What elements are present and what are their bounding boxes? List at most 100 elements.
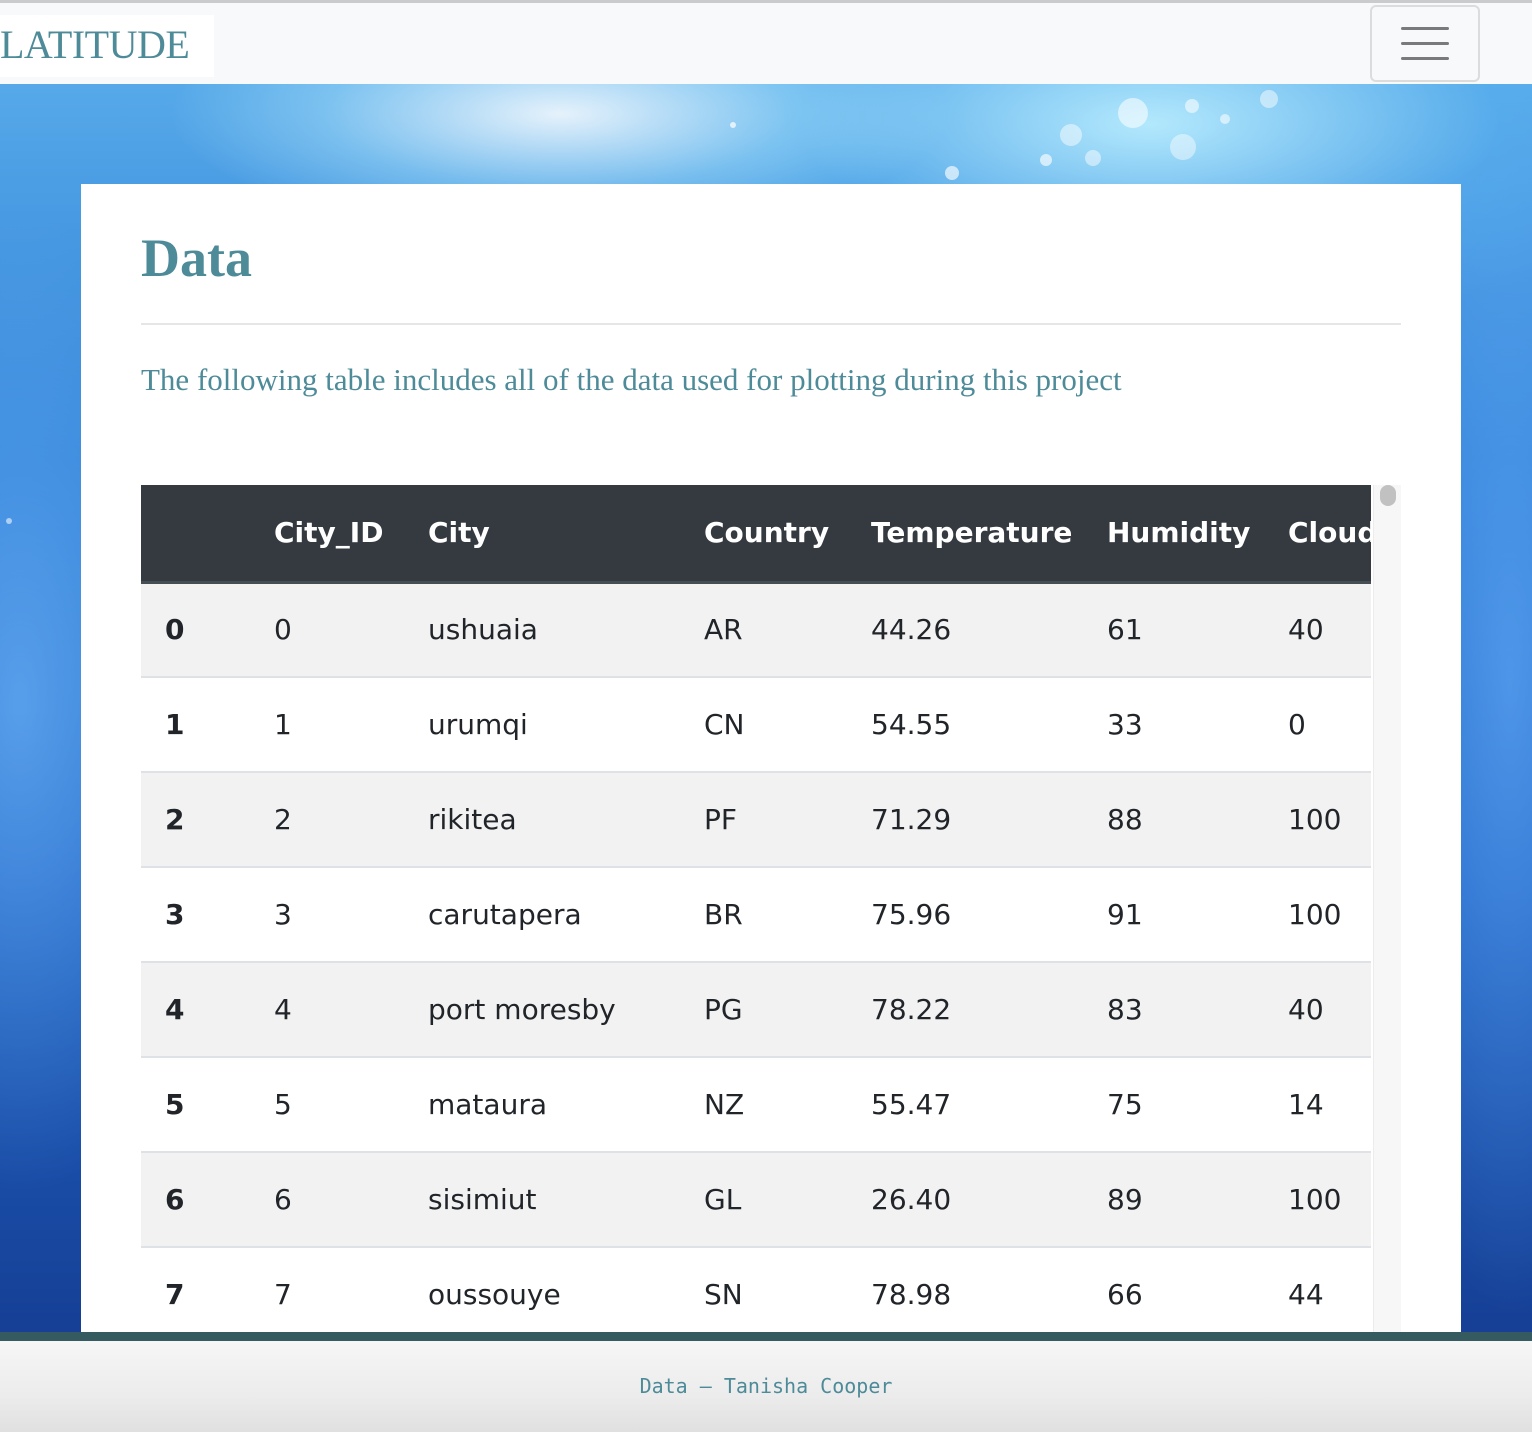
cell-humidity: 33: [1107, 677, 1288, 773]
light-particle: [1040, 154, 1052, 166]
cell-humidity: 61: [1107, 582, 1288, 678]
page-footer: Data – Tanisha Cooper: [0, 1341, 1532, 1432]
content-card: Data The following table includes all of…: [81, 184, 1461, 1332]
cell-temperature: 78.98: [871, 1247, 1107, 1332]
cell-city-id: 6: [274, 1152, 428, 1248]
light-particle: [1170, 134, 1196, 160]
cell-city-id: 3: [274, 867, 428, 963]
cell-cloudiness: 40: [1288, 582, 1371, 678]
column-header-humidity: Humidity: [1107, 485, 1288, 584]
cell-temperature: 26.40: [871, 1152, 1107, 1248]
table-viewport: City_ID City Country Temperature Humidit…: [141, 485, 1371, 1332]
cell-city-id: 0: [274, 582, 428, 678]
table-row: 7 7 oussouye SN 78.98 66 44: [141, 1247, 1371, 1332]
cell-humidity: 83: [1107, 962, 1288, 1058]
cell-temperature: 55.47: [871, 1057, 1107, 1153]
light-particle: [1220, 114, 1230, 124]
table-header-row: City_ID City Country Temperature Humidit…: [141, 485, 1371, 584]
cell-country: AR: [704, 582, 871, 678]
cell-city: ushuaia: [428, 582, 704, 678]
light-particle: [1260, 90, 1278, 108]
row-index: 2: [141, 772, 274, 868]
cell-humidity: 88: [1107, 772, 1288, 868]
table-row: 1 1 urumqi CN 54.55 33 0: [141, 677, 1371, 773]
column-header-city-id: City_ID: [274, 485, 428, 584]
footer-credit: Data – Tanisha Cooper: [639, 1374, 893, 1398]
data-table: City_ID City Country Temperature Humidit…: [141, 485, 1371, 1332]
cell-city: urumqi: [428, 677, 704, 773]
light-particle: [1060, 124, 1082, 146]
cell-humidity: 91: [1107, 867, 1288, 963]
hamburger-menu-icon: [1401, 26, 1449, 60]
cell-city-id: 1: [274, 677, 428, 773]
page-title: Data: [141, 228, 252, 288]
table-row: 5 5 mataura NZ 55.47 75 14: [141, 1057, 1371, 1153]
table-row: 3 3 carutapera BR 75.96 91 100: [141, 867, 1371, 963]
cell-city: oussouye: [428, 1247, 704, 1332]
cell-country: NZ: [704, 1057, 871, 1153]
cell-temperature: 54.55: [871, 677, 1107, 773]
brand-logo-link[interactable]: LATITUDE: [0, 15, 214, 77]
cell-country: BR: [704, 867, 871, 963]
table-vertical-scrollbar[interactable]: [1373, 485, 1401, 1332]
cell-humidity: 66: [1107, 1247, 1288, 1332]
cell-country: PG: [704, 962, 871, 1058]
navbar-toggle-button[interactable]: [1370, 5, 1480, 82]
row-index: 3: [141, 867, 274, 963]
table-row: 6 6 sisimiut GL 26.40 89 100: [141, 1152, 1371, 1248]
cell-city-id: 4: [274, 962, 428, 1058]
cell-cloudiness: 40: [1288, 962, 1371, 1058]
cell-humidity: 89: [1107, 1152, 1288, 1248]
cell-temperature: 71.29: [871, 772, 1107, 868]
light-particle: [6, 518, 12, 524]
light-particle: [1185, 99, 1199, 113]
cell-cloudiness: 100: [1288, 772, 1371, 868]
cell-city: sisimiut: [428, 1152, 704, 1248]
cell-country: GL: [704, 1152, 871, 1248]
title-divider: [141, 323, 1401, 325]
cell-cloudiness: 100: [1288, 867, 1371, 963]
column-header-city: City: [428, 485, 704, 584]
cell-city-id: 2: [274, 772, 428, 868]
column-header-temperature: Temperature: [871, 485, 1107, 584]
light-particle: [1085, 150, 1101, 166]
cell-city-id: 5: [274, 1057, 428, 1153]
light-particle: [945, 166, 959, 180]
cell-temperature: 75.96: [871, 867, 1107, 963]
cell-city: mataura: [428, 1057, 704, 1153]
table-row: 4 4 port moresby PG 78.22 83 40: [141, 962, 1371, 1058]
cell-city-id: 7: [274, 1247, 428, 1332]
table-row: 0 0 ushuaia AR 44.26 61 40: [141, 582, 1371, 678]
hero-background: Data The following table includes all of…: [0, 84, 1532, 1332]
table-row: 2 2 rikitea PF 71.29 88 100: [141, 772, 1371, 868]
navbar: LATITUDE: [0, 3, 1532, 84]
cell-temperature: 44.26: [871, 582, 1107, 678]
row-index: 5: [141, 1057, 274, 1153]
cell-city: rikitea: [428, 772, 704, 868]
footer-accent-bar: [0, 1332, 1532, 1341]
row-index: 4: [141, 962, 274, 1058]
cell-cloudiness: 44: [1288, 1247, 1371, 1332]
cell-humidity: 75: [1107, 1057, 1288, 1153]
cell-temperature: 78.22: [871, 962, 1107, 1058]
row-index: 0: [141, 582, 274, 678]
row-index: 7: [141, 1247, 274, 1332]
column-header-country: Country: [704, 485, 871, 584]
cell-country: PF: [704, 772, 871, 868]
cell-cloudiness: 14: [1288, 1057, 1371, 1153]
column-header-cloudiness: Cloudiness: [1288, 485, 1371, 584]
scrollbar-thumb[interactable]: [1380, 485, 1396, 506]
page-description: The following table includes all of the …: [141, 362, 1122, 397]
cell-country: CN: [704, 677, 871, 773]
cell-country: SN: [704, 1247, 871, 1332]
cell-city: carutapera: [428, 867, 704, 963]
light-particle: [1118, 98, 1148, 128]
column-header-index: [141, 485, 274, 584]
cell-cloudiness: 100: [1288, 1152, 1371, 1248]
table-scroll-container[interactable]: City_ID City Country Temperature Humidit…: [141, 485, 1401, 1332]
light-particle: [730, 122, 736, 128]
cell-city: port moresby: [428, 962, 704, 1058]
row-index: 6: [141, 1152, 274, 1248]
cell-cloudiness: 0: [1288, 677, 1371, 773]
row-index: 1: [141, 677, 274, 773]
